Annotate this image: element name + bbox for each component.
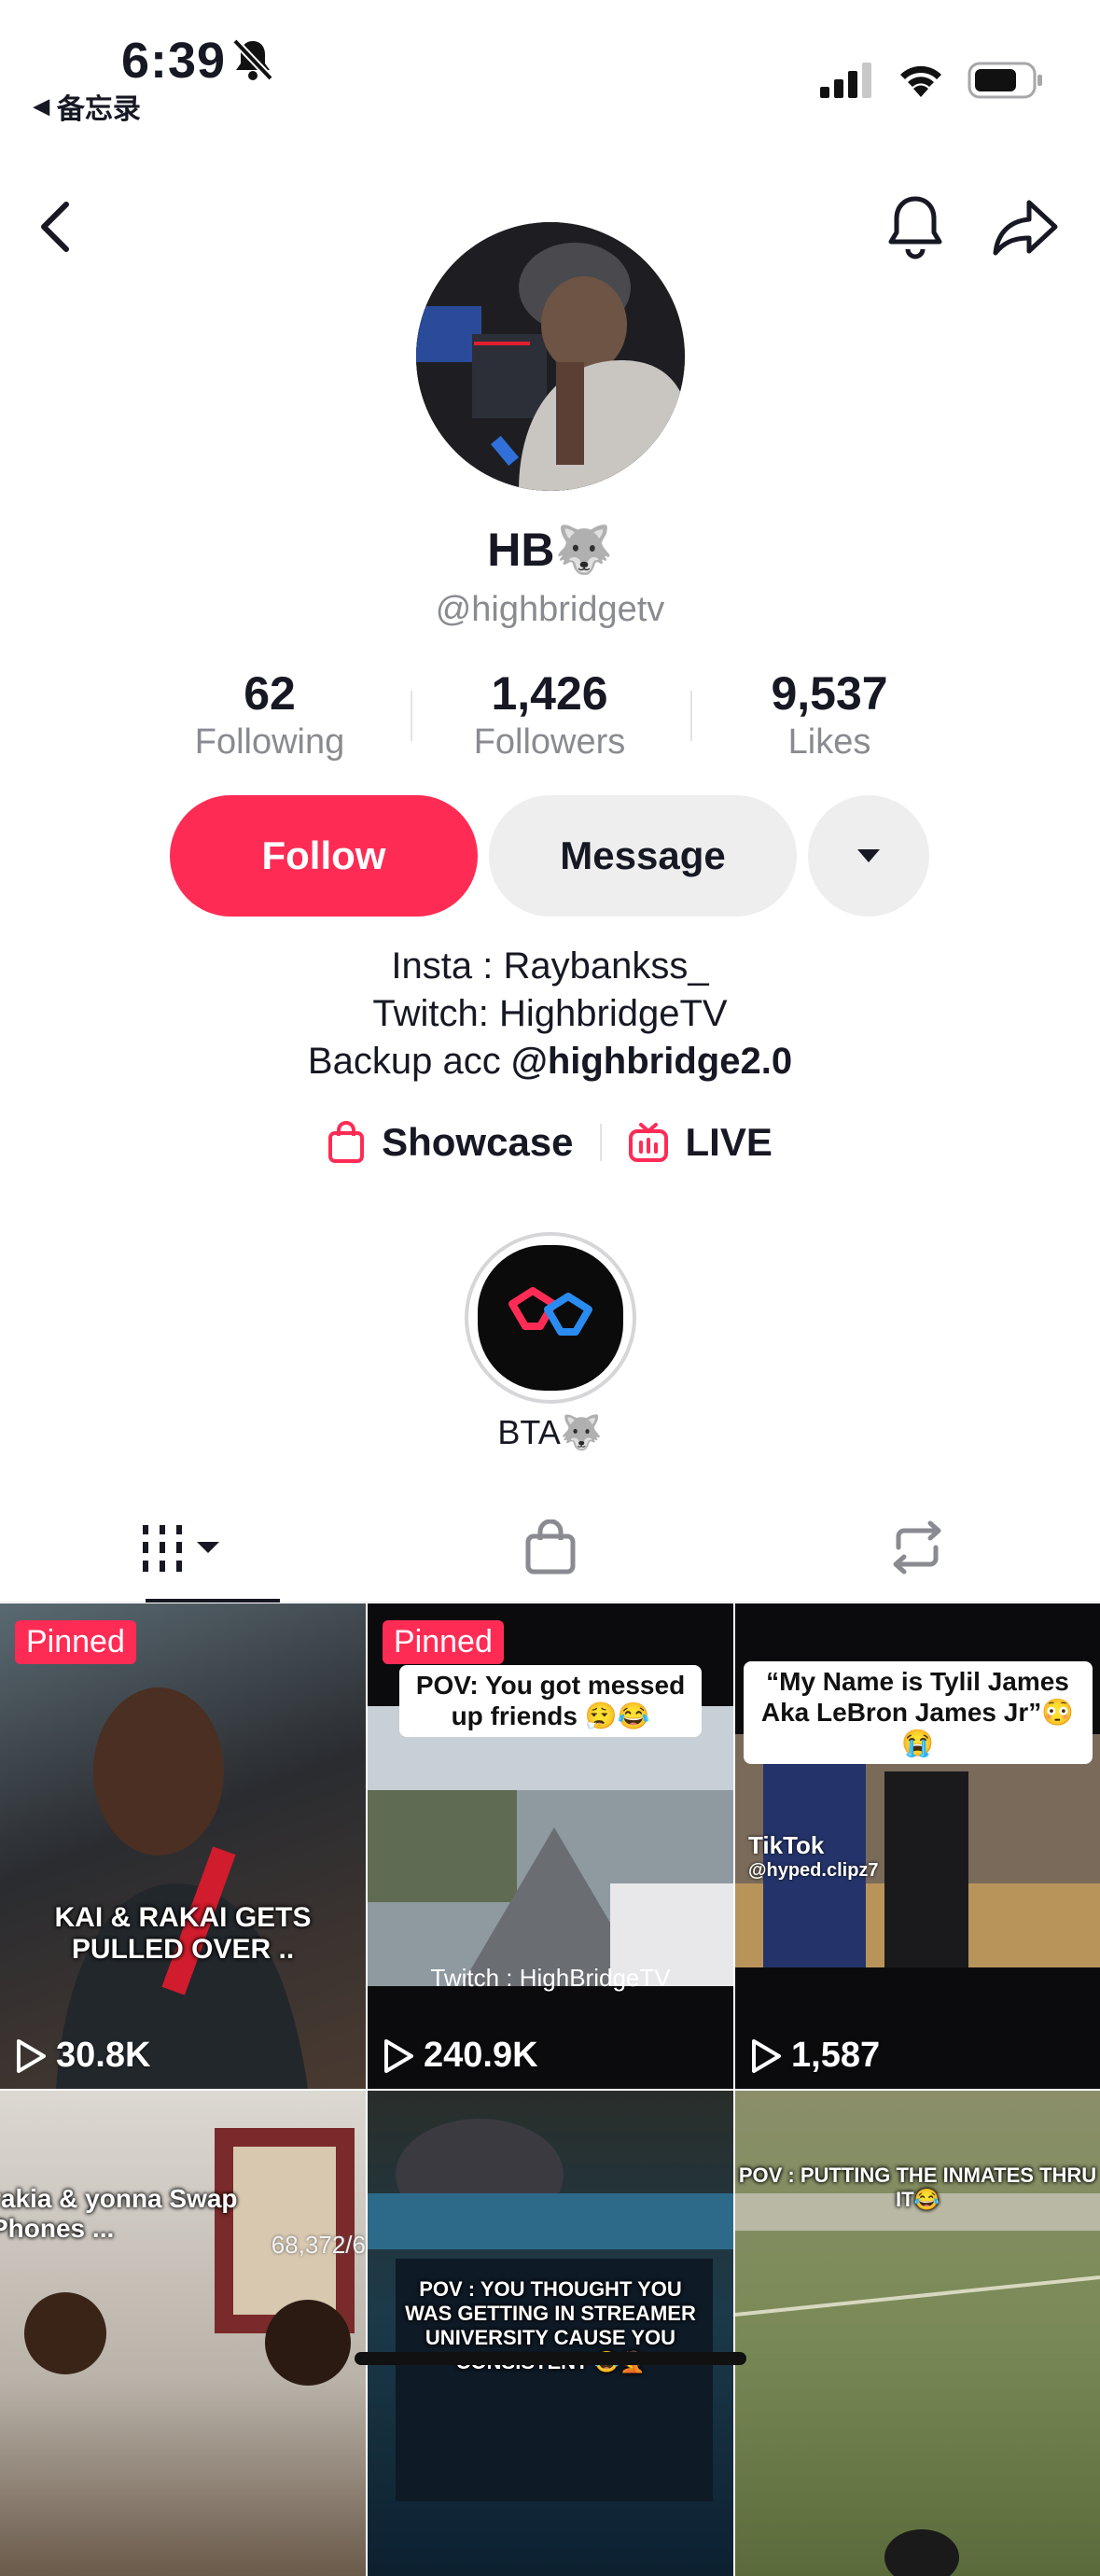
profile-links: Showcase LIVE	[0, 1120, 1100, 1165]
stat-likes[interactable]: 9,537 Likes	[708, 666, 951, 763]
stat-followers-label: Followers	[473, 722, 626, 762]
notifications-button[interactable]	[873, 185, 957, 269]
view-count: 30.8K	[15, 2036, 150, 2076]
stat-followers-value: 1,426	[491, 667, 608, 720]
story-highlight[interactable]	[465, 1232, 636, 1404]
video-thumbnail[interactable]: rakia & yonna Swap Phones ... 68,372/6	[0, 2091, 366, 2576]
stat-following-label: Following	[194, 722, 345, 762]
video-thumbnail[interactable]: Pinned POV: You got messed up friends 😮‍…	[368, 1603, 733, 2089]
cellular-signal-icon	[820, 63, 871, 98]
avatar-photo	[416, 222, 685, 491]
caret-down-icon	[857, 849, 880, 862]
active-tab-indicator	[146, 1599, 280, 1603]
tab-shop[interactable]	[367, 1493, 733, 1602]
stat-likes-value: 9,537	[771, 667, 888, 720]
stat-divider	[411, 691, 412, 741]
back-app-label: 备忘录	[56, 94, 141, 125]
video-caption: “My Name is Tylil James Aka LeBron James…	[743, 1661, 1093, 1764]
profile-name: HB🐺	[487, 524, 613, 576]
status-time: 6:39	[121, 33, 227, 89]
bio-backup-prefix: Backup acc	[307, 1041, 511, 1082]
shopping-bag-icon	[328, 1121, 365, 1163]
profile-tabs	[0, 1493, 1100, 1603]
pinned-badge: Pinned	[15, 1620, 136, 1664]
tab-reposts[interactable]	[733, 1493, 1100, 1602]
view-count-value: 1,587	[791, 2036, 881, 2075]
video-grid-icon	[142, 1525, 219, 1572]
share-arrow-icon	[993, 200, 1058, 256]
view-count-value: 30.8K	[56, 2036, 151, 2075]
bio-line-backup: Backup acc @highbridge2.0	[0, 1038, 1100, 1085]
video-thumbnail[interactable]: POV : YOU THOUGHT YOU WAS GETTING IN STR…	[368, 2091, 733, 2576]
bio-line-instagram: Insta : Raybankss_	[391, 945, 709, 987]
silent-mode-icon	[231, 37, 274, 87]
tiktok-watermark: TikTok @hyped.clipz7	[748, 1831, 879, 1882]
stat-following[interactable]: 62 Following	[148, 666, 391, 763]
tiktok-friends-logo-icon	[508, 1287, 592, 1336]
message-button[interactable]: Message	[489, 795, 797, 917]
live-link[interactable]: LIVE	[628, 1120, 773, 1165]
stat-followers[interactable]: 1,426 Followers	[428, 666, 671, 763]
view-count: 1,587	[750, 2036, 880, 2076]
wifi-icon	[900, 65, 941, 97]
view-count: 240.9K	[383, 2036, 538, 2076]
video-grid: Pinned KAI & RAKAI GETS PULLED OVER .. 3…	[0, 1603, 1100, 2576]
showcase-link[interactable]: Showcase	[327, 1120, 574, 1165]
watermark-handle: @hyped.clipz7	[748, 1860, 879, 1881]
battery-icon	[968, 62, 1042, 99]
video-caption: rakia & yonna Swap Phones ...	[0, 2184, 238, 2243]
highlight-label: BTA🐺	[497, 1413, 603, 1451]
stat-divider	[690, 691, 692, 741]
video-thumbnail[interactable]: Pinned KAI & RAKAI GETS PULLED OVER .. 3…	[0, 1603, 366, 2089]
bio-line-twitch: Twitch: HighbridgeTV	[372, 993, 728, 1034]
video-thumbnail[interactable]: “My Name is Tylil James Aka LeBron James…	[735, 1603, 1100, 2089]
video-caption: POV: You got messed up friends 😮‍💨😂	[399, 1665, 702, 1737]
thumbnail-figure	[56, 1687, 308, 2089]
bio-backup-mention[interactable]: @highbridge2.0	[511, 1041, 792, 1082]
follow-button[interactable]: Follow	[170, 795, 478, 917]
view-count-value: 240.9K	[424, 2036, 538, 2075]
watermark-label: TikTok	[748, 1831, 825, 1859]
stat-following-value: 62	[244, 667, 296, 720]
overlay-number: 68,372/6	[271, 2231, 366, 2259]
video-caption: KAI & RAKAI GETS PULLED OVER ..	[54, 1902, 312, 1965]
video-caption: POV : PUTTING THE INMATES THRU IT😂	[738, 2163, 1097, 2211]
live-tv-icon	[628, 1123, 668, 1162]
play-icon	[752, 2038, 781, 2073]
highlight-cover	[478, 1245, 623, 1391]
live-label: LIVE	[685, 1120, 773, 1164]
video-subcaption: Twitch : HighBridgeTV	[430, 1964, 671, 1992]
back-triangle-icon: ◀	[34, 94, 49, 118]
showcase-label: Showcase	[382, 1120, 574, 1164]
links-divider	[599, 1124, 602, 1161]
status-indicators	[820, 62, 1044, 99]
tab-videos[interactable]	[0, 1493, 367, 1603]
repost-icon	[893, 1520, 940, 1575]
suggested-accounts-button[interactable]	[808, 795, 929, 917]
back-to-app[interactable]: ◀ 备忘录	[34, 86, 141, 127]
video-thumbnail[interactable]: POV : PUTTING THE INMATES THRU IT😂	[735, 2091, 1100, 2576]
thumbnail-scene	[24, 2128, 355, 2386]
chevron-left-icon	[41, 202, 69, 252]
play-icon	[384, 2038, 413, 2073]
stat-likes-label: Likes	[787, 722, 871, 762]
avatar[interactable]	[416, 222, 685, 491]
profile-handle: @highbridgetv	[435, 590, 665, 629]
share-button[interactable]	[983, 185, 1067, 269]
shopping-bag-tab-icon	[525, 1519, 575, 1575]
home-indicator	[355, 2352, 746, 2365]
play-icon	[17, 2038, 46, 2073]
bell-icon	[888, 196, 942, 259]
pinned-badge: Pinned	[383, 1620, 504, 1664]
back-button[interactable]	[13, 185, 97, 269]
